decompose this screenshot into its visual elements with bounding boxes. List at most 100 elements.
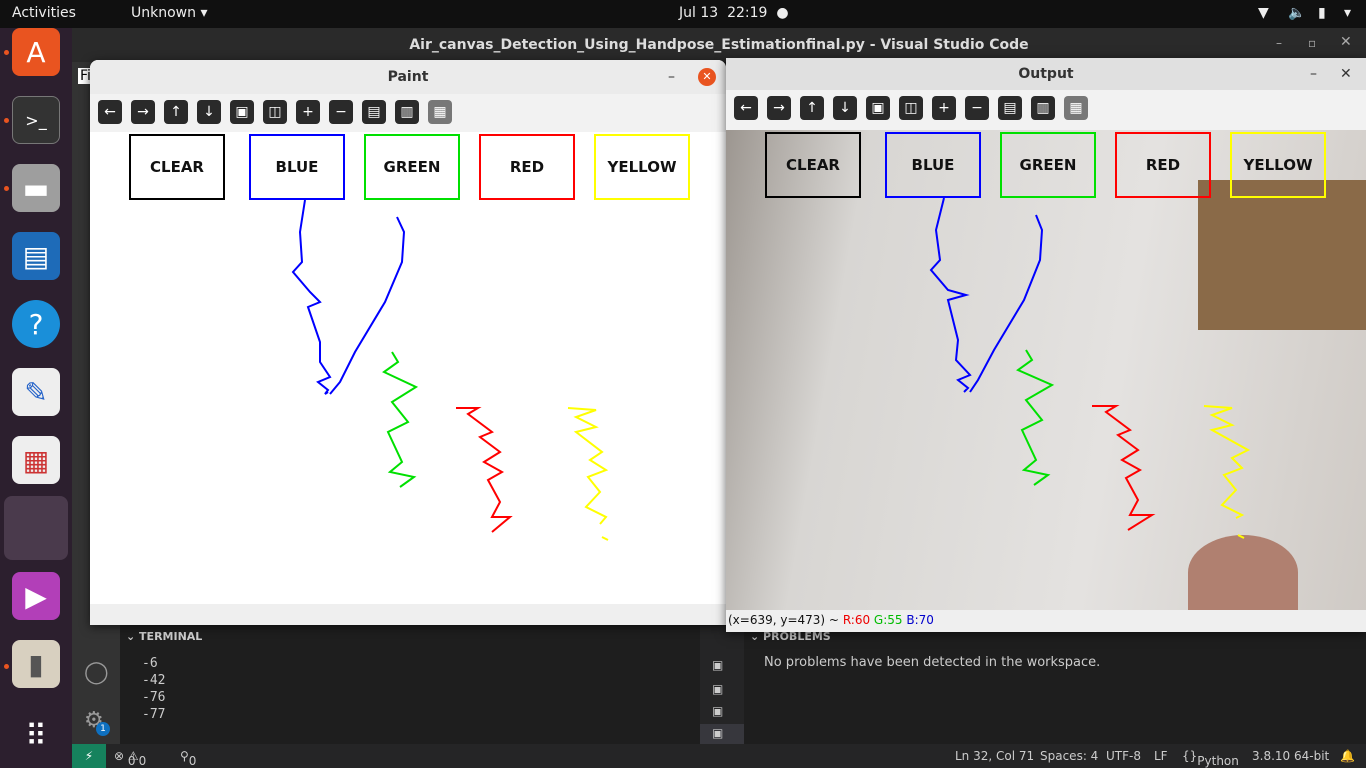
pan-left-icon[interactable]: ← <box>734 96 758 120</box>
terminal-tab-icon[interactable]: ▣ <box>712 704 723 718</box>
zoom-out-icon[interactable]: − <box>329 100 353 124</box>
vscode-icon[interactable] <box>4 496 68 560</box>
blue-stroke-long <box>969 214 1044 393</box>
eol[interactable]: LF <box>1154 749 1168 763</box>
paint-title: Paint <box>387 69 429 85</box>
output-status-bar: (x=639, y=473) ~ R:60 G:55 B:70 <box>726 610 1366 632</box>
zoom-in-icon[interactable]: + <box>296 100 320 124</box>
terminal-line: -42 <box>142 673 166 688</box>
interpreter-version[interactable]: 3.8.10 64-bit <box>1252 749 1329 763</box>
volume-icon[interactable]: 🔈 <box>1288 5 1305 21</box>
green-stroke <box>382 351 419 488</box>
pan-down-icon[interactable]: ↓ <box>833 96 857 120</box>
paint-status-bar <box>90 604 726 625</box>
properties-icon[interactable]: ▦ <box>1064 96 1088 120</box>
close-icon[interactable]: ✕ <box>1340 58 1352 90</box>
red-value: R:60 <box>842 613 871 627</box>
yellow-dot <box>601 536 609 541</box>
terminal-tab-icon[interactable]: ▣ <box>700 724 744 744</box>
copy-icon[interactable]: ▥ <box>1031 96 1055 120</box>
terminal-tab-icon[interactable]: ▣ <box>712 658 723 672</box>
zoom-region-icon[interactable]: ◫ <box>263 100 287 124</box>
close-icon[interactable]: ✕ <box>698 68 716 86</box>
close-icon[interactable]: ✕ <box>1340 34 1352 50</box>
paint-canvas[interactable]: CLEAR BLUE GREEN RED YELLOW <box>90 132 726 604</box>
chevron-down-icon: ⌄ <box>126 630 140 643</box>
ports-count[interactable]: ⚲ 0 <box>180 749 196 768</box>
document-viewer-icon[interactable]: ▦ <box>12 436 60 484</box>
save-icon[interactable]: ▤ <box>362 100 386 124</box>
media-player-icon[interactable]: ▶ <box>12 572 60 620</box>
errors-count[interactable]: ⊗ 0 ⚠ 0 <box>114 749 146 768</box>
text-editor-icon[interactable]: ✎ <box>12 368 60 416</box>
terminal-list: ▣ ▣ ▣ ▣ <box>700 626 744 744</box>
output-toolbar: ← → ↑ ↓ ▣ ◫ + − ▤ ▥ ▦ <box>726 90 1366 130</box>
drawing-strokes <box>291 199 609 541</box>
running-indicator <box>4 664 9 669</box>
pan-down-icon[interactable]: ↓ <box>197 100 221 124</box>
top-bar: Activities Unknown ▾ Jul 13 22:19 ● ▼ 🔈 … <box>0 0 1366 28</box>
running-indicator <box>4 50 9 55</box>
zoom-out-icon[interactable]: − <box>965 96 989 120</box>
settings-badge: 1 <box>96 722 110 736</box>
terminal-panel[interactable]: ⌄ TERMINAL -6 -42 -76 -77 <box>120 626 700 744</box>
green-stroke <box>1015 349 1055 486</box>
save-icon[interactable]: ▤ <box>998 96 1022 120</box>
red-stroke <box>1092 405 1156 531</box>
battery-icon[interactable]: ▮ <box>1318 5 1326 21</box>
minimize-icon[interactable]: – <box>1310 58 1317 90</box>
indentation[interactable]: Spaces: 4 <box>1040 749 1098 763</box>
pan-up-icon[interactable]: ↑ <box>164 100 188 124</box>
copy-icon[interactable]: ▥ <box>395 100 419 124</box>
power-menu-icon[interactable]: ▾ <box>1344 5 1351 21</box>
pan-left-icon[interactable]: ← <box>98 100 122 124</box>
output-title-bar[interactable]: Output – ✕ <box>726 58 1366 90</box>
paint-toolbar: ← → ↑ ↓ ▣ ◫ + − ▤ ▥ ▦ <box>90 94 726 132</box>
archive-icon[interactable]: ▮ <box>12 640 60 688</box>
writer-icon[interactable]: ▤ <box>12 232 60 280</box>
activities-button[interactable]: Activities <box>12 5 76 21</box>
language-mode[interactable]: {} Python <box>1182 749 1239 768</box>
terminal-icon[interactable]: >_ <box>12 96 60 144</box>
red-stroke <box>456 407 513 533</box>
zoom-image-icon[interactable]: ▣ <box>230 100 254 124</box>
minimize-icon[interactable]: – <box>668 60 675 94</box>
properties-icon[interactable]: ▦ <box>428 100 452 124</box>
green-value: G:55 <box>873 613 903 627</box>
status-bar: ⚡ ⊗ 0 ⚠ 0 ⚲ 0 Ln 32, Col 71 Spaces: 4 UT… <box>72 744 1366 768</box>
encoding[interactable]: UTF-8 <box>1106 749 1141 763</box>
zoom-in-icon[interactable]: + <box>932 96 956 120</box>
yellow-dot <box>1237 534 1245 539</box>
webcam-feed[interactable]: CLEAR BLUE GREEN RED YELLOW <box>726 130 1366 610</box>
zoom-region-icon[interactable]: ◫ <box>899 96 923 120</box>
software-center-icon[interactable]: A <box>12 28 60 76</box>
app-menu[interactable]: Unknown ▾ <box>131 5 207 21</box>
terminal-tab-icon[interactable]: ▣ <box>712 682 723 696</box>
paint-title-bar[interactable]: Paint – ✕ <box>90 60 726 94</box>
cursor-position[interactable]: Ln 32, Col 71 <box>955 749 1034 763</box>
blue-stroke-long <box>329 216 406 395</box>
pan-right-icon[interactable]: → <box>767 96 791 120</box>
maximize-icon[interactable]: ▫ <box>1308 36 1316 50</box>
account-icon[interactable]: ◯ <box>84 660 109 685</box>
wifi-icon[interactable]: ▼ <box>1258 5 1269 21</box>
help-icon[interactable]: ? <box>12 300 60 348</box>
paint-window: Paint – ✕ ← → ↑ ↓ ▣ ◫ + − ▤ ▥ ▦ CLEAR BL… <box>90 60 726 625</box>
yellow-stroke <box>567 407 609 525</box>
minimize-icon[interactable]: – <box>1276 36 1282 50</box>
vscode-title: Air_canvas_Detection_Using_Handpose_Esti… <box>72 28 1366 62</box>
blue-stroke <box>929 197 972 393</box>
files-icon[interactable]: ▬ <box>12 164 60 212</box>
notifications-icon[interactable]: 🔔 <box>1340 749 1355 763</box>
drawing-strokes <box>929 197 1251 539</box>
terminal-header: ⌄ TERMINAL <box>126 630 203 643</box>
problems-message: No problems have been detected in the wo… <box>764 655 1101 670</box>
show-apps-icon[interactable]: ⠿ <box>12 712 60 760</box>
zoom-image-icon[interactable]: ▣ <box>866 96 890 120</box>
yellow-stroke <box>1203 405 1251 519</box>
pan-right-icon[interactable]: → <box>131 100 155 124</box>
remote-icon[interactable]: ⚡ <box>72 744 106 768</box>
clock[interactable]: Jul 13 22:19 ● <box>679 5 789 21</box>
blue-stroke <box>291 199 332 395</box>
pan-up-icon[interactable]: ↑ <box>800 96 824 120</box>
